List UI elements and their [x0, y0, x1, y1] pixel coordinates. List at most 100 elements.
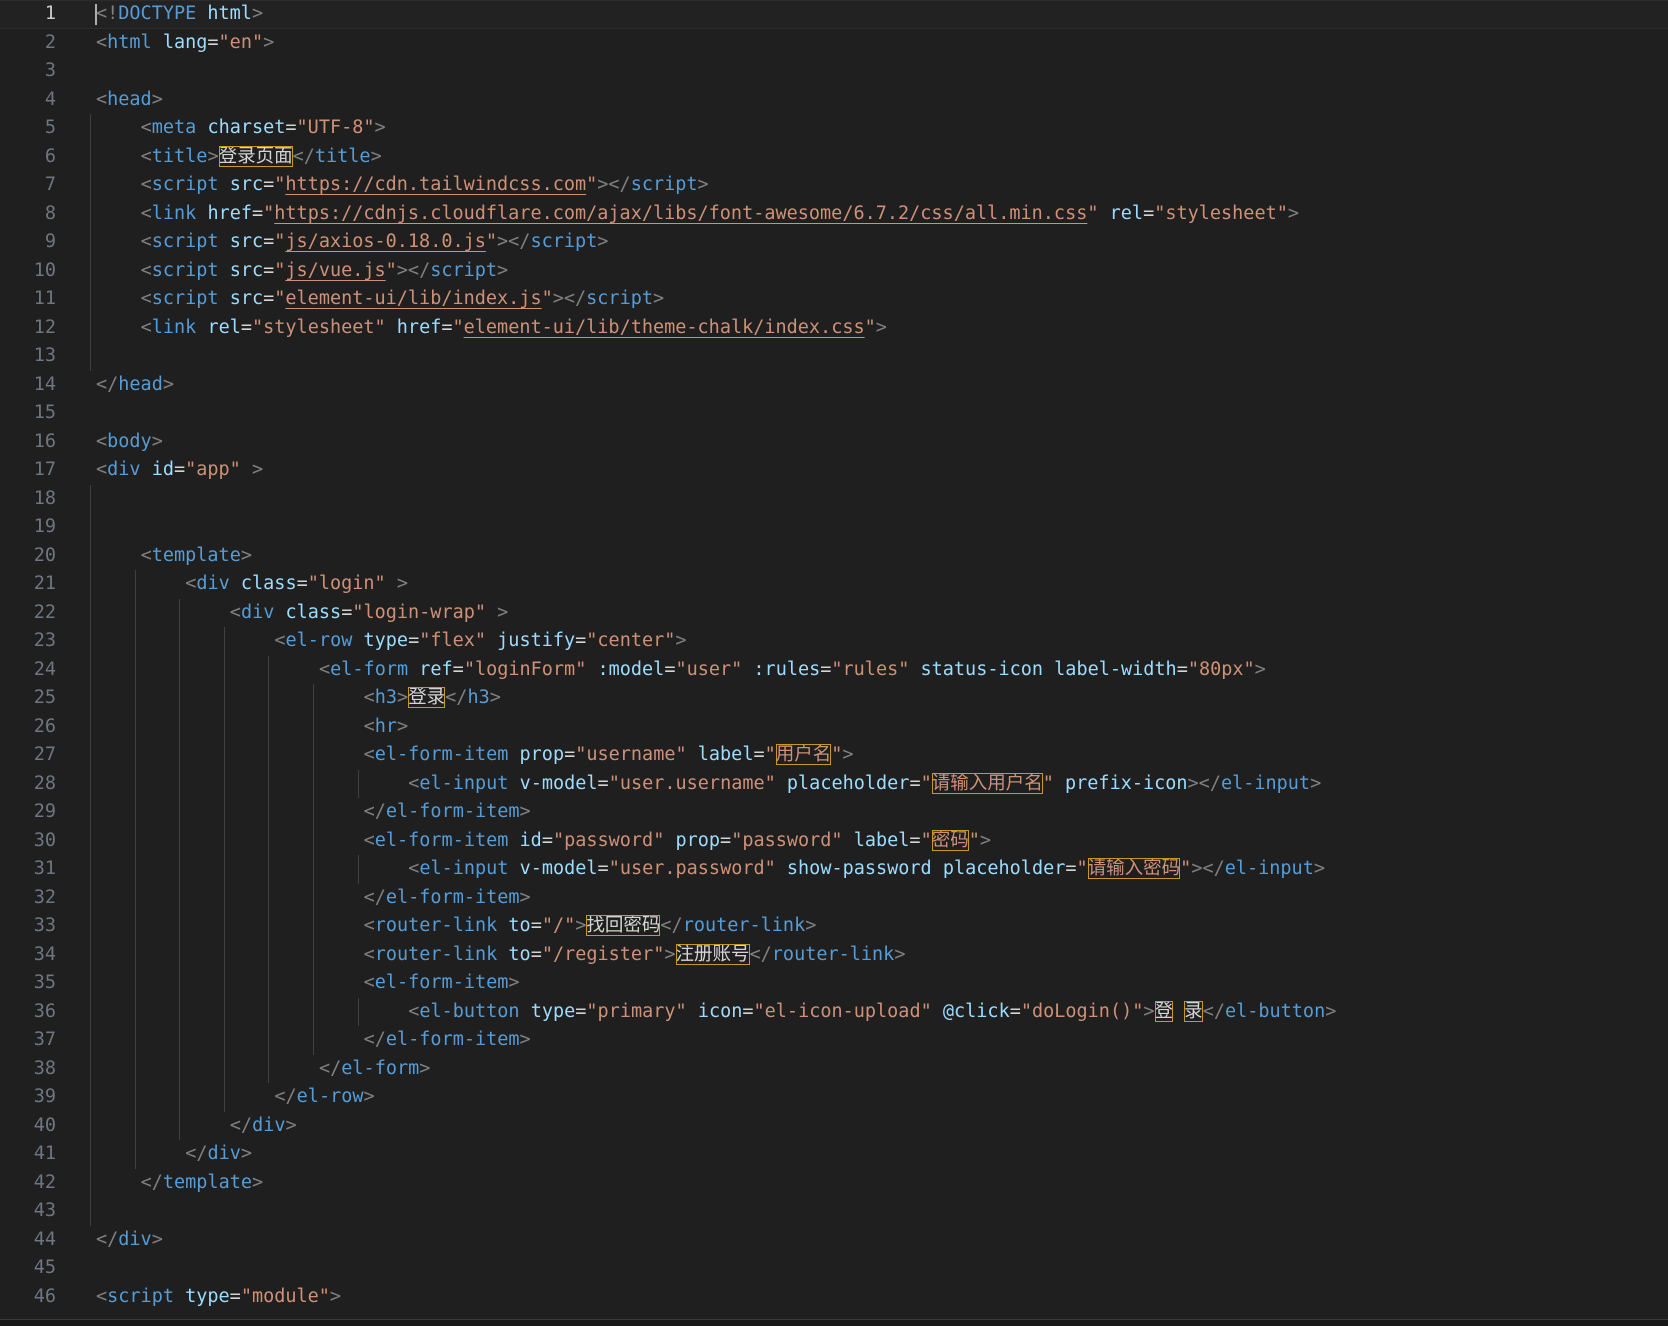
punctuation: <: [96, 1285, 108, 1307]
code-line[interactable]: 29 </el-form-item>: [0, 798, 1668, 827]
tag-name: div: [240, 601, 275, 623]
code-line[interactable]: 28 <el-input v-model="user.username" plac…: [0, 769, 1668, 798]
plain-text: [508, 858, 519, 879]
code-line[interactable]: 6 <title>登录页面</title>: [0, 142, 1668, 171]
code-line[interactable]: 12 <link rel="stylesheet" href="element-u…: [0, 313, 1668, 342]
indent-guide: [179, 1111, 181, 1140]
code-line[interactable]: 22 <div class="login-wrap" >: [0, 598, 1668, 627]
punctuation: <: [363, 687, 375, 708]
code-line[interactable]: 8 <link href="https://cdnjs.cloudflare.co…: [0, 199, 1668, 228]
code-line[interactable]: 3: [0, 57, 1668, 86]
attribute-name: type: [530, 1000, 576, 1022]
code-line[interactable]: 2 <html lang="en">: [0, 29, 1668, 58]
code-line[interactable]: 18: [0, 484, 1668, 513]
code-line[interactable]: 37 </el-form-item>: [0, 1026, 1668, 1055]
code-line[interactable]: 46 <script type="module">: [0, 1283, 1668, 1312]
code-line[interactable]: 32 </el-form-item>: [0, 883, 1668, 912]
punctuation: >: [419, 1057, 431, 1079]
attribute-name: icon: [697, 1000, 743, 1022]
code-line[interactable]: 24 <el-form ref="loginForm" :model="user"…: [0, 655, 1668, 684]
line-number: 24: [33, 658, 56, 680]
code-line[interactable]: 7 <script src="https://cdn.tailwindcss.co…: [0, 171, 1668, 200]
line-number: 20: [33, 544, 56, 566]
plain-text: =: [229, 1285, 241, 1307]
punctuation: >: [697, 174, 709, 195]
string-value: "stylesheet": [1154, 202, 1288, 224]
code-text: <router-link to="/">找回密码</router-link>: [364, 912, 816, 941]
code-line[interactable]: 42 </template>: [0, 1168, 1668, 1197]
indent-guide: [90, 883, 91, 912]
plain-text: =: [720, 829, 732, 851]
code-line[interactable]: 21 <div class="login" >: [0, 570, 1668, 599]
indent-guide: [134, 570, 136, 599]
code-line[interactable]: 14 </head>: [0, 371, 1668, 400]
line-number: 43: [33, 1200, 56, 1221]
code-line[interactable]: 38 </el-form>: [0, 1054, 1668, 1083]
string-value: ": [1180, 858, 1192, 879]
indent-guide: [223, 912, 225, 941]
attribute-name: justify: [497, 630, 576, 651]
attribute-name: rel: [1109, 202, 1144, 224]
code-line[interactable]: 20 <template>: [0, 541, 1668, 570]
line-number: 39: [33, 1086, 56, 1107]
code-line[interactable]: 4 <head>: [0, 86, 1668, 115]
indent-guide: [90, 570, 91, 599]
code-line[interactable]: 35 <el-form-item>: [0, 969, 1668, 998]
code-line[interactable]: 30 <el-form-item id="password" prop="pass…: [0, 826, 1668, 855]
plain-text: [586, 659, 597, 680]
code-line[interactable]: 13: [0, 342, 1668, 371]
code-line[interactable]: 26 <hr>: [0, 712, 1668, 741]
plain-text: [1043, 659, 1054, 680]
tag-name: el-input: [419, 858, 509, 879]
line-number: 2: [44, 31, 56, 53]
code-line[interactable]: 9 <script src="js/axios-0.18.0.js"></scri…: [0, 228, 1668, 257]
code-line[interactable]: 36 <el-button type="primary" icon="el-ico…: [0, 997, 1668, 1026]
code-line[interactable]: 1 <!DOCTYPE html>: [0, 0, 1668, 29]
plain-text: =: [252, 202, 264, 224]
code-line[interactable]: 45: [0, 1254, 1668, 1283]
code-line[interactable]: 16 <body>: [0, 428, 1668, 457]
code-line[interactable]: 33 <router-link to="/">找回密码</router-link>: [0, 912, 1668, 941]
code-line[interactable]: 23 <el-row type="flex" justify="center">: [0, 627, 1668, 656]
code-line[interactable]: 11 <script src="element-ui/lib/index.js">…: [0, 285, 1668, 314]
tag-name: el-row: [296, 1086, 364, 1107]
indent-guide: [90, 114, 91, 143]
indent-guide: [313, 883, 314, 912]
code-line[interactable]: 5 <meta charset="UTF-8">: [0, 114, 1668, 143]
code-line[interactable]: 27 <el-form-item prop="username" label="用…: [0, 741, 1668, 770]
code-editor[interactable]: 1 <!DOCTYPE html> 2 <html lang="en"> 3 4 <head…: [0, 0, 1668, 1326]
punctuation: <: [363, 715, 375, 737]
string-value: ": [764, 744, 776, 765]
code-line[interactable]: 43: [0, 1197, 1668, 1226]
code-line[interactable]: 40 </div>: [0, 1111, 1668, 1140]
attribute-name: to: [508, 943, 531, 965]
line-number: 10: [33, 259, 56, 281]
punctuation: >: [519, 1029, 531, 1050]
code-line[interactable]: 41 </div>: [0, 1140, 1668, 1169]
plain-text: [687, 1001, 698, 1022]
attribute-name: placeholder: [942, 858, 1066, 879]
code-line[interactable]: 15: [0, 399, 1668, 428]
code-line[interactable]: 34 <router-link to="/register">注册账号</rout…: [0, 940, 1668, 969]
punctuation: ></: [1191, 858, 1225, 879]
line-number: 40: [33, 1114, 56, 1136]
string-value: "loginForm": [463, 658, 587, 680]
plain-text: [497, 944, 508, 965]
attribute-name: label: [853, 829, 910, 851]
string-value: "user": [675, 658, 743, 680]
code-line[interactable]: 39 </el-row>: [0, 1083, 1668, 1112]
attribute-name: :model: [597, 658, 665, 680]
code-line[interactable]: 19: [0, 513, 1668, 542]
tag-name: meta: [151, 117, 197, 138]
code-line[interactable]: 31 <el-input v-model="user.password" show…: [0, 855, 1668, 884]
horizontal-scrollbar[interactable]: [0, 1319, 1668, 1326]
punctuation: >: [575, 915, 587, 936]
plain-text: [1099, 203, 1110, 224]
code-line[interactable]: 10 <script src="js/vue.js"></script>: [0, 256, 1668, 285]
code-line[interactable]: 25 <h3>登录</h3>: [0, 684, 1668, 713]
string-value: "el-icon-upload": [753, 1000, 932, 1022]
punctuation: >: [489, 687, 501, 708]
code-line[interactable]: 17 <div id="app" >: [0, 456, 1668, 485]
line-number: 26: [33, 715, 56, 737]
code-line[interactable]: 44 </div>: [0, 1226, 1668, 1255]
